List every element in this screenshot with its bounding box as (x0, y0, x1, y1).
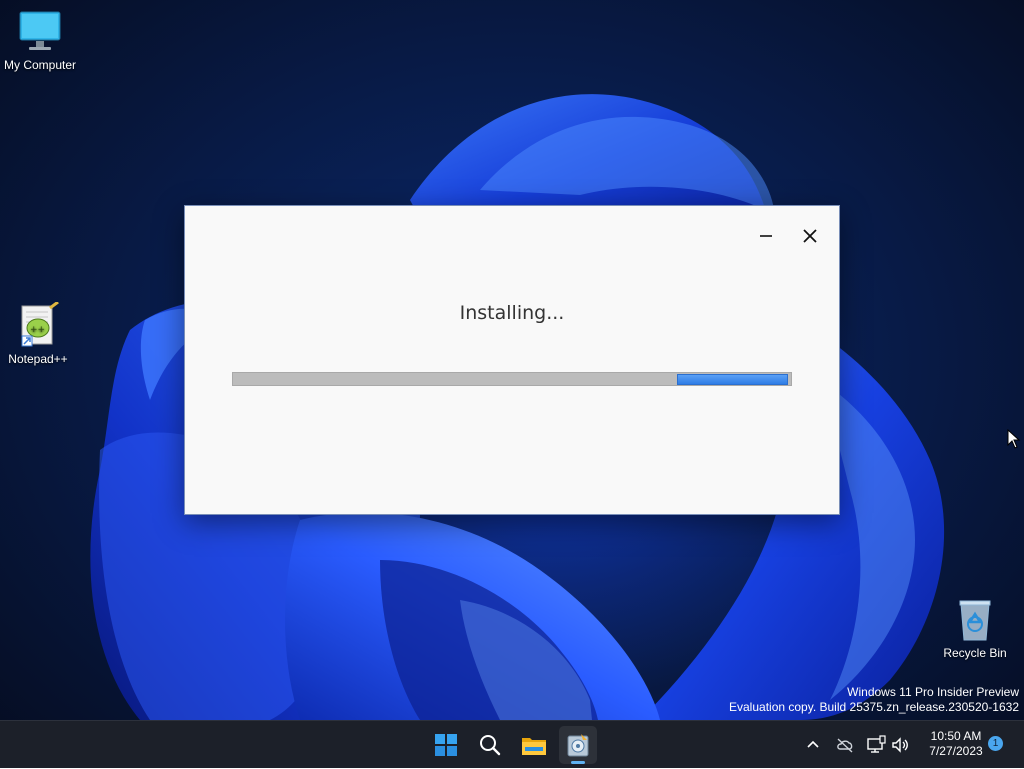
desktop-icon-my-computer[interactable]: My Computer (0, 8, 80, 72)
watermark-edition: Windows 11 Pro Insider Preview (847, 685, 1019, 699)
desktop-icon-label: My Computer (3, 58, 77, 72)
network-icon (867, 735, 886, 753)
recycle-bin-icon (951, 596, 999, 644)
clock-time: 10:50 AM (930, 729, 982, 743)
close-icon (803, 229, 817, 243)
file-explorer-button[interactable] (515, 726, 553, 764)
watermark-build: Evaluation copy. Build 25375.zn_release.… (729, 700, 1019, 714)
desktop-icon-label: Notepad++ (8, 352, 68, 366)
svg-text:++: ++ (30, 325, 45, 335)
mouse-cursor-icon (1007, 429, 1021, 449)
install-progress-bar (232, 372, 792, 386)
close-button[interactable] (794, 222, 826, 250)
minimize-button[interactable] (750, 222, 782, 250)
desktop-icon-notepad-plus-plus[interactable]: ++ Notepad++ (0, 300, 78, 366)
monitor-icon (16, 8, 64, 56)
network-tray-button[interactable] (866, 735, 886, 755)
notepad-plus-plus-icon: ++ (14, 300, 62, 350)
installer-taskbar-button[interactable] (559, 726, 597, 764)
start-button[interactable] (427, 726, 465, 764)
clock-date: 7/27/2023 (929, 744, 983, 758)
chevron-up-icon (807, 740, 819, 748)
volume-icon (892, 737, 908, 753)
onedrive-tray-button[interactable] (835, 735, 855, 755)
evaluation-watermark: Windows 11 Pro Insider Preview Evaluatio… (729, 685, 1019, 715)
search-button[interactable] (471, 726, 509, 764)
install-status-text: Installing... (459, 302, 565, 324)
minimize-icon (760, 235, 772, 237)
search-icon (480, 735, 501, 756)
running-indicator (571, 761, 585, 764)
cloud-offline-icon (837, 738, 853, 753)
desktop-icon-recycle-bin[interactable]: Recycle Bin (935, 596, 1015, 660)
taskbar: 10:50 AM 7/27/2023 (0, 720, 1024, 768)
show-hidden-icons-button[interactable] (803, 735, 823, 755)
desktop-icon-label: Recycle Bin (943, 646, 1007, 660)
notification-badge[interactable]: 1 (988, 736, 1003, 751)
volume-tray-button[interactable] (890, 735, 910, 755)
installer-dialog: Installing... (184, 205, 840, 515)
file-explorer-icon (522, 738, 546, 755)
taskbar-clock[interactable]: 10:50 AM 7/27/2023 (916, 729, 996, 759)
installer-icon (567, 734, 589, 757)
windows-start-icon (435, 734, 457, 756)
progress-indicator (676, 374, 789, 385)
